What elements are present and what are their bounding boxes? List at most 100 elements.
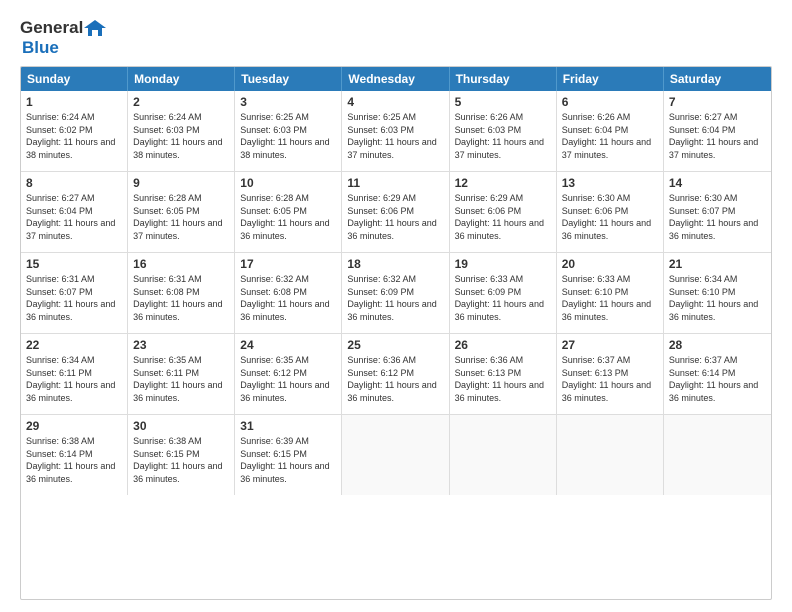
calendar-cell	[557, 415, 664, 495]
day-number: 22	[26, 337, 122, 353]
calendar-cell: 7Sunrise: 6:27 AMSunset: 6:04 PMDaylight…	[664, 91, 771, 171]
day-number: 16	[133, 256, 229, 272]
header-day-monday: Monday	[128, 67, 235, 91]
calendar-cell: 22Sunrise: 6:34 AMSunset: 6:11 PMDayligh…	[21, 334, 128, 414]
cell-info: Sunrise: 6:36 AMSunset: 6:12 PMDaylight:…	[347, 354, 443, 404]
calendar-cell: 1Sunrise: 6:24 AMSunset: 6:02 PMDaylight…	[21, 91, 128, 171]
day-number: 17	[240, 256, 336, 272]
calendar-header: SundayMondayTuesdayWednesdayThursdayFrid…	[21, 67, 771, 91]
calendar-cell	[664, 415, 771, 495]
day-number: 11	[347, 175, 443, 191]
cell-info: Sunrise: 6:33 AMSunset: 6:09 PMDaylight:…	[455, 273, 551, 323]
cell-info: Sunrise: 6:29 AMSunset: 6:06 PMDaylight:…	[347, 192, 443, 242]
day-number: 21	[669, 256, 766, 272]
cell-info: Sunrise: 6:25 AMSunset: 6:03 PMDaylight:…	[347, 111, 443, 161]
logo: General Blue	[20, 18, 106, 58]
calendar-row-1: 1Sunrise: 6:24 AMSunset: 6:02 PMDaylight…	[21, 91, 771, 172]
day-number: 31	[240, 418, 336, 434]
calendar-row-3: 15Sunrise: 6:31 AMSunset: 6:07 PMDayligh…	[21, 253, 771, 334]
page-header: General Blue	[20, 18, 772, 58]
calendar-cell: 24Sunrise: 6:35 AMSunset: 6:12 PMDayligh…	[235, 334, 342, 414]
cell-info: Sunrise: 6:35 AMSunset: 6:12 PMDaylight:…	[240, 354, 336, 404]
calendar-cell: 4Sunrise: 6:25 AMSunset: 6:03 PMDaylight…	[342, 91, 449, 171]
cell-info: Sunrise: 6:31 AMSunset: 6:08 PMDaylight:…	[133, 273, 229, 323]
calendar-cell: 12Sunrise: 6:29 AMSunset: 6:06 PMDayligh…	[450, 172, 557, 252]
day-number: 28	[669, 337, 766, 353]
calendar-row-5: 29Sunrise: 6:38 AMSunset: 6:14 PMDayligh…	[21, 415, 771, 495]
day-number: 1	[26, 94, 122, 110]
cell-info: Sunrise: 6:27 AMSunset: 6:04 PMDaylight:…	[669, 111, 766, 161]
calendar-cell: 25Sunrise: 6:36 AMSunset: 6:12 PMDayligh…	[342, 334, 449, 414]
day-number: 30	[133, 418, 229, 434]
calendar-cell	[342, 415, 449, 495]
cell-info: Sunrise: 6:32 AMSunset: 6:08 PMDaylight:…	[240, 273, 336, 323]
calendar-cell: 19Sunrise: 6:33 AMSunset: 6:09 PMDayligh…	[450, 253, 557, 333]
header-day-saturday: Saturday	[664, 67, 771, 91]
calendar-body: 1Sunrise: 6:24 AMSunset: 6:02 PMDaylight…	[21, 91, 771, 495]
calendar-cell: 26Sunrise: 6:36 AMSunset: 6:13 PMDayligh…	[450, 334, 557, 414]
calendar-cell: 15Sunrise: 6:31 AMSunset: 6:07 PMDayligh…	[21, 253, 128, 333]
calendar-cell: 3Sunrise: 6:25 AMSunset: 6:03 PMDaylight…	[235, 91, 342, 171]
calendar-cell: 27Sunrise: 6:37 AMSunset: 6:13 PMDayligh…	[557, 334, 664, 414]
day-number: 14	[669, 175, 766, 191]
cell-info: Sunrise: 6:33 AMSunset: 6:10 PMDaylight:…	[562, 273, 658, 323]
cell-info: Sunrise: 6:32 AMSunset: 6:09 PMDaylight:…	[347, 273, 443, 323]
cell-info: Sunrise: 6:25 AMSunset: 6:03 PMDaylight:…	[240, 111, 336, 161]
day-number: 9	[133, 175, 229, 191]
cell-info: Sunrise: 6:37 AMSunset: 6:13 PMDaylight:…	[562, 354, 658, 404]
cell-info: Sunrise: 6:30 AMSunset: 6:06 PMDaylight:…	[562, 192, 658, 242]
day-number: 3	[240, 94, 336, 110]
header-day-sunday: Sunday	[21, 67, 128, 91]
day-number: 10	[240, 175, 336, 191]
cell-info: Sunrise: 6:34 AMSunset: 6:10 PMDaylight:…	[669, 273, 766, 323]
cell-info: Sunrise: 6:30 AMSunset: 6:07 PMDaylight:…	[669, 192, 766, 242]
calendar-row-2: 8Sunrise: 6:27 AMSunset: 6:04 PMDaylight…	[21, 172, 771, 253]
calendar-cell: 10Sunrise: 6:28 AMSunset: 6:05 PMDayligh…	[235, 172, 342, 252]
day-number: 2	[133, 94, 229, 110]
calendar-cell: 29Sunrise: 6:38 AMSunset: 6:14 PMDayligh…	[21, 415, 128, 495]
cell-info: Sunrise: 6:28 AMSunset: 6:05 PMDaylight:…	[133, 192, 229, 242]
day-number: 20	[562, 256, 658, 272]
cell-info: Sunrise: 6:39 AMSunset: 6:15 PMDaylight:…	[240, 435, 336, 485]
calendar-cell: 14Sunrise: 6:30 AMSunset: 6:07 PMDayligh…	[664, 172, 771, 252]
header-day-thursday: Thursday	[450, 67, 557, 91]
calendar-cell: 28Sunrise: 6:37 AMSunset: 6:14 PMDayligh…	[664, 334, 771, 414]
calendar-cell: 5Sunrise: 6:26 AMSunset: 6:03 PMDaylight…	[450, 91, 557, 171]
logo-general: General	[20, 18, 83, 38]
cell-info: Sunrise: 6:38 AMSunset: 6:15 PMDaylight:…	[133, 435, 229, 485]
day-number: 8	[26, 175, 122, 191]
calendar-cell	[450, 415, 557, 495]
cell-info: Sunrise: 6:36 AMSunset: 6:13 PMDaylight:…	[455, 354, 551, 404]
day-number: 12	[455, 175, 551, 191]
day-number: 18	[347, 256, 443, 272]
calendar: SundayMondayTuesdayWednesdayThursdayFrid…	[20, 66, 772, 600]
calendar-row-4: 22Sunrise: 6:34 AMSunset: 6:11 PMDayligh…	[21, 334, 771, 415]
day-number: 5	[455, 94, 551, 110]
day-number: 4	[347, 94, 443, 110]
day-number: 26	[455, 337, 551, 353]
calendar-cell: 18Sunrise: 6:32 AMSunset: 6:09 PMDayligh…	[342, 253, 449, 333]
day-number: 6	[562, 94, 658, 110]
logo-blue: Blue	[20, 38, 59, 58]
calendar-cell: 9Sunrise: 6:28 AMSunset: 6:05 PMDaylight…	[128, 172, 235, 252]
cell-info: Sunrise: 6:31 AMSunset: 6:07 PMDaylight:…	[26, 273, 122, 323]
calendar-cell: 30Sunrise: 6:38 AMSunset: 6:15 PMDayligh…	[128, 415, 235, 495]
day-number: 25	[347, 337, 443, 353]
calendar-cell: 23Sunrise: 6:35 AMSunset: 6:11 PMDayligh…	[128, 334, 235, 414]
day-number: 24	[240, 337, 336, 353]
cell-info: Sunrise: 6:26 AMSunset: 6:04 PMDaylight:…	[562, 111, 658, 161]
cell-info: Sunrise: 6:26 AMSunset: 6:03 PMDaylight:…	[455, 111, 551, 161]
calendar-cell: 21Sunrise: 6:34 AMSunset: 6:10 PMDayligh…	[664, 253, 771, 333]
calendar-cell: 31Sunrise: 6:39 AMSunset: 6:15 PMDayligh…	[235, 415, 342, 495]
header-day-friday: Friday	[557, 67, 664, 91]
cell-info: Sunrise: 6:27 AMSunset: 6:04 PMDaylight:…	[26, 192, 122, 242]
calendar-cell: 17Sunrise: 6:32 AMSunset: 6:08 PMDayligh…	[235, 253, 342, 333]
cell-info: Sunrise: 6:34 AMSunset: 6:11 PMDaylight:…	[26, 354, 122, 404]
day-number: 19	[455, 256, 551, 272]
cell-info: Sunrise: 6:38 AMSunset: 6:14 PMDaylight:…	[26, 435, 122, 485]
calendar-cell: 16Sunrise: 6:31 AMSunset: 6:08 PMDayligh…	[128, 253, 235, 333]
cell-info: Sunrise: 6:28 AMSunset: 6:05 PMDaylight:…	[240, 192, 336, 242]
day-number: 23	[133, 337, 229, 353]
header-day-wednesday: Wednesday	[342, 67, 449, 91]
day-number: 7	[669, 94, 766, 110]
